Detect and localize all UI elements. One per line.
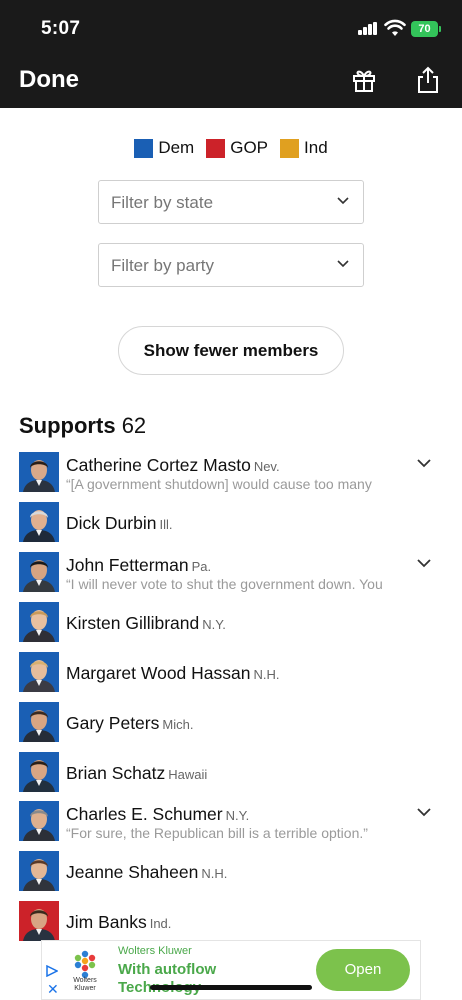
ad-headline: With autoflow Technology (118, 961, 217, 996)
chevron-down-icon (337, 197, 349, 205)
member-quote: “I will never vote to shut the governmen… (66, 576, 383, 592)
legend-dem-swatch (134, 138, 154, 158)
status-time: 5:07 (41, 18, 81, 39)
member-row[interactable]: Charles E. Schumer N.Y. “For sure, the Rep… (0, 801, 462, 851)
member-name-line: Catherine Cortez Masto Nev. (66, 455, 280, 476)
member-name-line: Kirsten Gillibrand N.Y. (66, 613, 226, 634)
member-quote: “For sure, the Republican bill is a terr… (66, 825, 368, 841)
supports-count: 62 (121, 413, 147, 438)
member-name: Margaret Wood Hassan (66, 663, 251, 683)
member-state: N.Y. (202, 617, 226, 632)
legend-dem: Dem (134, 138, 194, 158)
ad-close-icon[interactable]: ✕ (47, 981, 59, 998)
filter-by-state-select[interactable]: Filter by state (98, 180, 364, 224)
member-row[interactable]: Catherine Cortez Masto Nev. “[A government… (0, 452, 462, 502)
member-state: Nev. (253, 459, 280, 474)
member-name: Catherine Cortez Masto (66, 455, 251, 475)
supports-label: Supports (19, 413, 116, 438)
member-avatar (19, 652, 59, 692)
member-name-line: Brian Schatz Hawaii (66, 763, 207, 784)
member-state: Hawaii (168, 767, 208, 782)
member-name-line: John Fetterman Pa. (66, 555, 211, 576)
chevron-down-icon[interactable] (416, 458, 432, 468)
top-bar: Done (0, 56, 462, 108)
legend-ind-label: Ind (304, 138, 328, 157)
filter-state-placeholder: Filter by state (111, 193, 214, 212)
member-avatar (19, 552, 59, 592)
legend-ind-swatch (280, 138, 300, 158)
legend-gop: GOP (206, 138, 268, 158)
legend-dem-label: Dem (158, 138, 195, 157)
member-name: Charles E. Schumer (66, 804, 223, 824)
member-row: Jeanne Shaheen N.H. (0, 851, 462, 901)
legend-gop-label: GOP (230, 138, 269, 157)
legend-ind: Ind (280, 138, 328, 158)
member-avatar (19, 901, 59, 941)
supports-heading: Supports 62 (19, 413, 146, 439)
ad-logo-text: Wolters Kluwer (73, 977, 97, 992)
member-name: Gary Peters (66, 713, 160, 733)
done-button[interactable]: Done (19, 66, 79, 94)
chevron-down-icon[interactable] (416, 807, 432, 817)
member-state: N.H. (253, 667, 280, 682)
member-avatar (19, 702, 59, 742)
member-avatar (19, 452, 59, 492)
member-name: Jim Banks (66, 912, 147, 932)
member-avatar (19, 801, 59, 841)
ad-open-button[interactable]: Open (316, 949, 410, 991)
member-name: Brian Schatz (66, 763, 166, 783)
member-avatar (19, 602, 59, 642)
member-row: Kirsten Gillibrand N.Y. (0, 602, 462, 652)
member-name-line: Jim Banks Ind. (66, 912, 171, 933)
member-name: John Fetterman (66, 555, 189, 575)
ad-advertiser: Wolters Kluwer (118, 945, 192, 957)
member-row: Dick Durbin Ill. (0, 502, 462, 552)
filter-by-party-select[interactable]: Filter by party (98, 243, 364, 287)
member-state: Pa. (191, 559, 212, 574)
member-state: Mich. (162, 717, 194, 732)
member-name: Jeanne Shaheen (66, 862, 199, 882)
show-fewer-members-button[interactable]: Show fewer members (118, 326, 344, 375)
member-name-line: Margaret Wood Hassan N.H. (66, 663, 280, 684)
member-name-line: Charles E. Schumer N.Y. (66, 804, 249, 825)
ad-choices-icon[interactable] (46, 965, 58, 977)
member-avatar (19, 851, 59, 891)
member-row[interactable]: John Fetterman Pa. “I will never vote to s… (0, 552, 462, 602)
member-state: Ind. (149, 916, 172, 931)
wifi-icon (384, 19, 406, 36)
member-quote: “[A government shutdown] would cause too… (66, 476, 372, 492)
member-row: Brian Schatz Hawaii (0, 752, 462, 802)
wolters-kluwer-logo (74, 950, 96, 979)
share-icon[interactable] (415, 66, 441, 94)
member-name-line: Gary Peters Mich. (66, 713, 193, 734)
member-state: N.Y. (225, 808, 250, 823)
member-name-line: Dick Durbin Ill. (66, 513, 172, 534)
legend-gop-swatch (206, 138, 226, 158)
ad-banner[interactable]: ✕ Wolters Kluwer Wolters Kluwer With aut… (41, 940, 421, 1000)
chevron-down-icon[interactable] (416, 558, 432, 568)
status-bar: 5:07 70 (0, 0, 462, 56)
member-avatar (19, 502, 59, 542)
member-row: Gary Peters Mich. (0, 702, 462, 752)
member-avatar (19, 752, 59, 792)
battery-icon: 70 (411, 21, 441, 37)
member-name-line: Jeanne Shaheen N.H. (66, 862, 227, 883)
filter-party-placeholder: Filter by party (111, 256, 214, 275)
cellular-signal-icon (358, 22, 378, 35)
home-indicator (150, 985, 312, 990)
party-legend: Dem GOP Ind (0, 138, 462, 158)
member-state: N.H. (201, 866, 228, 881)
member-name: Kirsten Gillibrand (66, 613, 200, 633)
member-state: Ill. (159, 517, 173, 532)
gift-icon[interactable] (351, 67, 377, 93)
member-row: Margaret Wood Hassan N.H. (0, 652, 462, 702)
chevron-down-icon (337, 260, 349, 268)
member-name: Dick Durbin (66, 513, 157, 533)
